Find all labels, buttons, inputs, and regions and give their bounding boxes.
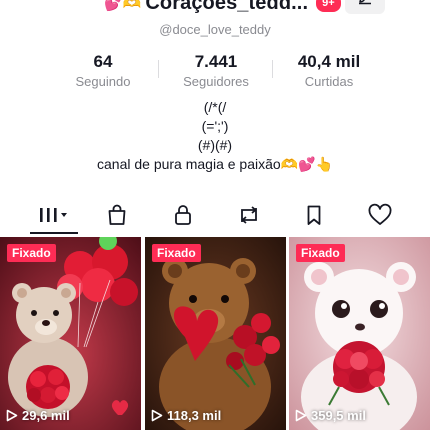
repost-icon bbox=[241, 206, 257, 224]
view-count-value: 29,6 mil bbox=[22, 408, 70, 423]
lock-icon bbox=[175, 205, 191, 225]
video-thumbnail[interactable]: Fixado 359,5 mil bbox=[289, 237, 430, 430]
view-count-value: 359,5 mil bbox=[311, 408, 366, 423]
profile-bio: (/*(/ (=';') (#)(#) canal de pura magia … bbox=[0, 98, 430, 174]
pinned-badge: Fixado bbox=[296, 244, 345, 262]
tab-shop[interactable] bbox=[97, 200, 137, 230]
notification-badge[interactable]: 9+ bbox=[316, 0, 341, 12]
tab-liked[interactable] bbox=[360, 200, 400, 230]
grid-bars-icon bbox=[40, 208, 67, 222]
bio-line: (#)(#) bbox=[197, 137, 233, 153]
tab-videos[interactable] bbox=[34, 200, 74, 230]
bio-line: canal de pura magia e paixão🫶💕👆 bbox=[97, 156, 333, 172]
stat-following[interactable]: 64 Seguindo bbox=[48, 52, 158, 89]
view-count: 29,6 mil bbox=[6, 408, 70, 423]
profile-name-row: 💕🫶 Coraçoes_tedd... 9+ bbox=[104, 0, 341, 16]
heart-icon bbox=[368, 203, 392, 225]
tab-reposts[interactable] bbox=[229, 200, 269, 230]
stat-followers-value: 7.441 bbox=[194, 52, 238, 71]
view-count-value: 118,3 mil bbox=[167, 408, 222, 423]
profile-header: 💕🫶 Coraçoes_tedd... 9+ bbox=[0, 0, 430, 20]
stat-followers-label: Seguidores bbox=[183, 74, 249, 89]
tab-favorites[interactable] bbox=[294, 200, 334, 230]
profile-handle: @doce_love_teddy bbox=[159, 22, 271, 37]
active-tab-indicator bbox=[30, 232, 78, 234]
bio-line: (=';') bbox=[201, 118, 229, 134]
profile-display-name: Coraçoes_tedd... bbox=[145, 0, 309, 14]
view-count: 118,3 mil bbox=[151, 408, 221, 423]
play-icon bbox=[6, 409, 18, 422]
view-count: 359,5 mil bbox=[295, 408, 366, 423]
stat-likes-label: Curtidas bbox=[304, 74, 354, 89]
play-icon bbox=[295, 409, 307, 422]
pinned-badge: Fixado bbox=[7, 244, 56, 262]
teddy-bear-balloons-image bbox=[0, 237, 141, 430]
profile-stats: 64 Seguindo 7.441 Seguidores 40,4 mil Cu… bbox=[0, 52, 430, 92]
bookmark-icon bbox=[307, 205, 321, 225]
tab-private[interactable] bbox=[163, 200, 203, 230]
video-thumbnail[interactable]: Fixado 118,3 mil bbox=[145, 237, 286, 430]
teddy-bear-roses-image bbox=[145, 237, 286, 430]
pinned-badge: Fixado bbox=[152, 244, 201, 262]
white-bear-roses-image bbox=[289, 237, 430, 430]
stat-likes-value: 40,4 mil bbox=[297, 52, 361, 71]
profile-tabs bbox=[0, 200, 430, 234]
stat-divider bbox=[158, 60, 159, 78]
play-icon bbox=[151, 409, 163, 422]
video-thumbnail[interactable]: Fixado 29,6 mil bbox=[0, 237, 141, 430]
edit-profile-button[interactable] bbox=[345, 0, 385, 14]
stat-followers[interactable]: 7.441 Seguidores bbox=[161, 52, 271, 89]
pencil-icon bbox=[359, 0, 371, 5]
video-grid: Fixado 29,6 mil Fixado 118,3 mil Fixado … bbox=[0, 237, 430, 430]
stat-divider bbox=[272, 60, 273, 78]
bio-line: (/*(/ bbox=[203, 99, 227, 115]
shopping-bag-icon bbox=[108, 204, 126, 225]
name-emoji: 💕🫶 bbox=[104, 0, 142, 12]
stat-likes[interactable]: 40,4 mil Curtidas bbox=[274, 52, 384, 89]
stat-following-label: Seguindo bbox=[75, 74, 131, 89]
stat-following-value: 64 bbox=[93, 52, 113, 71]
